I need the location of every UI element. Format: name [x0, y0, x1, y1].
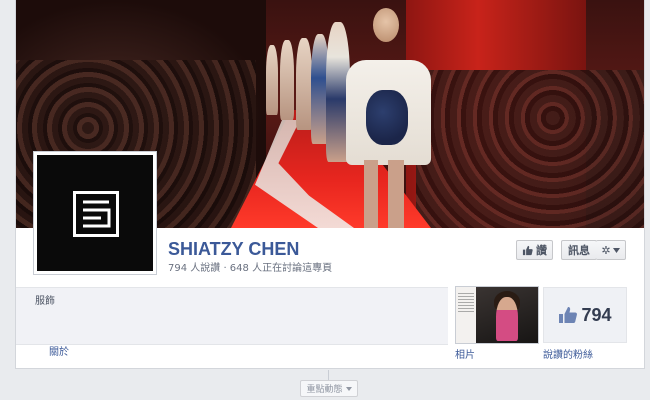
gear-icon: ✲: [601, 243, 611, 257]
highlights-label: 重點動態: [306, 385, 343, 395]
likes-tab[interactable]: 說讚的粉絲: [543, 346, 593, 361]
photos-thumbnail[interactable]: [455, 286, 539, 344]
like-button[interactable]: 讚: [516, 240, 553, 260]
chevron-down-icon: [612, 247, 620, 253]
page-category: 服飾: [35, 296, 55, 307]
thumbs-up-icon: [522, 245, 533, 255]
page-title[interactable]: SHIATZY CHEN: [168, 239, 299, 260]
message-button[interactable]: 訊息: [561, 240, 597, 260]
thumbs-up-icon: [559, 307, 578, 323]
brand-logo: [73, 191, 119, 237]
timeline-divider: [328, 370, 329, 380]
page-card: SHIATZY CHEN 794 人說讚 · 648 人正在討論這專頁 讚 訊息…: [15, 0, 645, 369]
likes-count: 794: [581, 304, 612, 325]
like-label: 讚: [536, 244, 547, 257]
about-tab[interactable]: 關於: [49, 343, 69, 358]
profile-picture[interactable]: [33, 151, 157, 275]
highlights-dropdown[interactable]: 重點動態: [300, 380, 358, 397]
about-section[interactable]: [16, 287, 448, 345]
chevron-down-icon: [345, 386, 352, 391]
settings-menu-button[interactable]: ✲: [596, 240, 626, 260]
photos-tab[interactable]: 相片: [455, 346, 475, 361]
likes-box[interactable]: 794: [543, 287, 627, 343]
page-stats: 794 人說讚 · 648 人正在討論這專頁: [168, 263, 333, 274]
message-label: 訊息: [568, 244, 590, 257]
